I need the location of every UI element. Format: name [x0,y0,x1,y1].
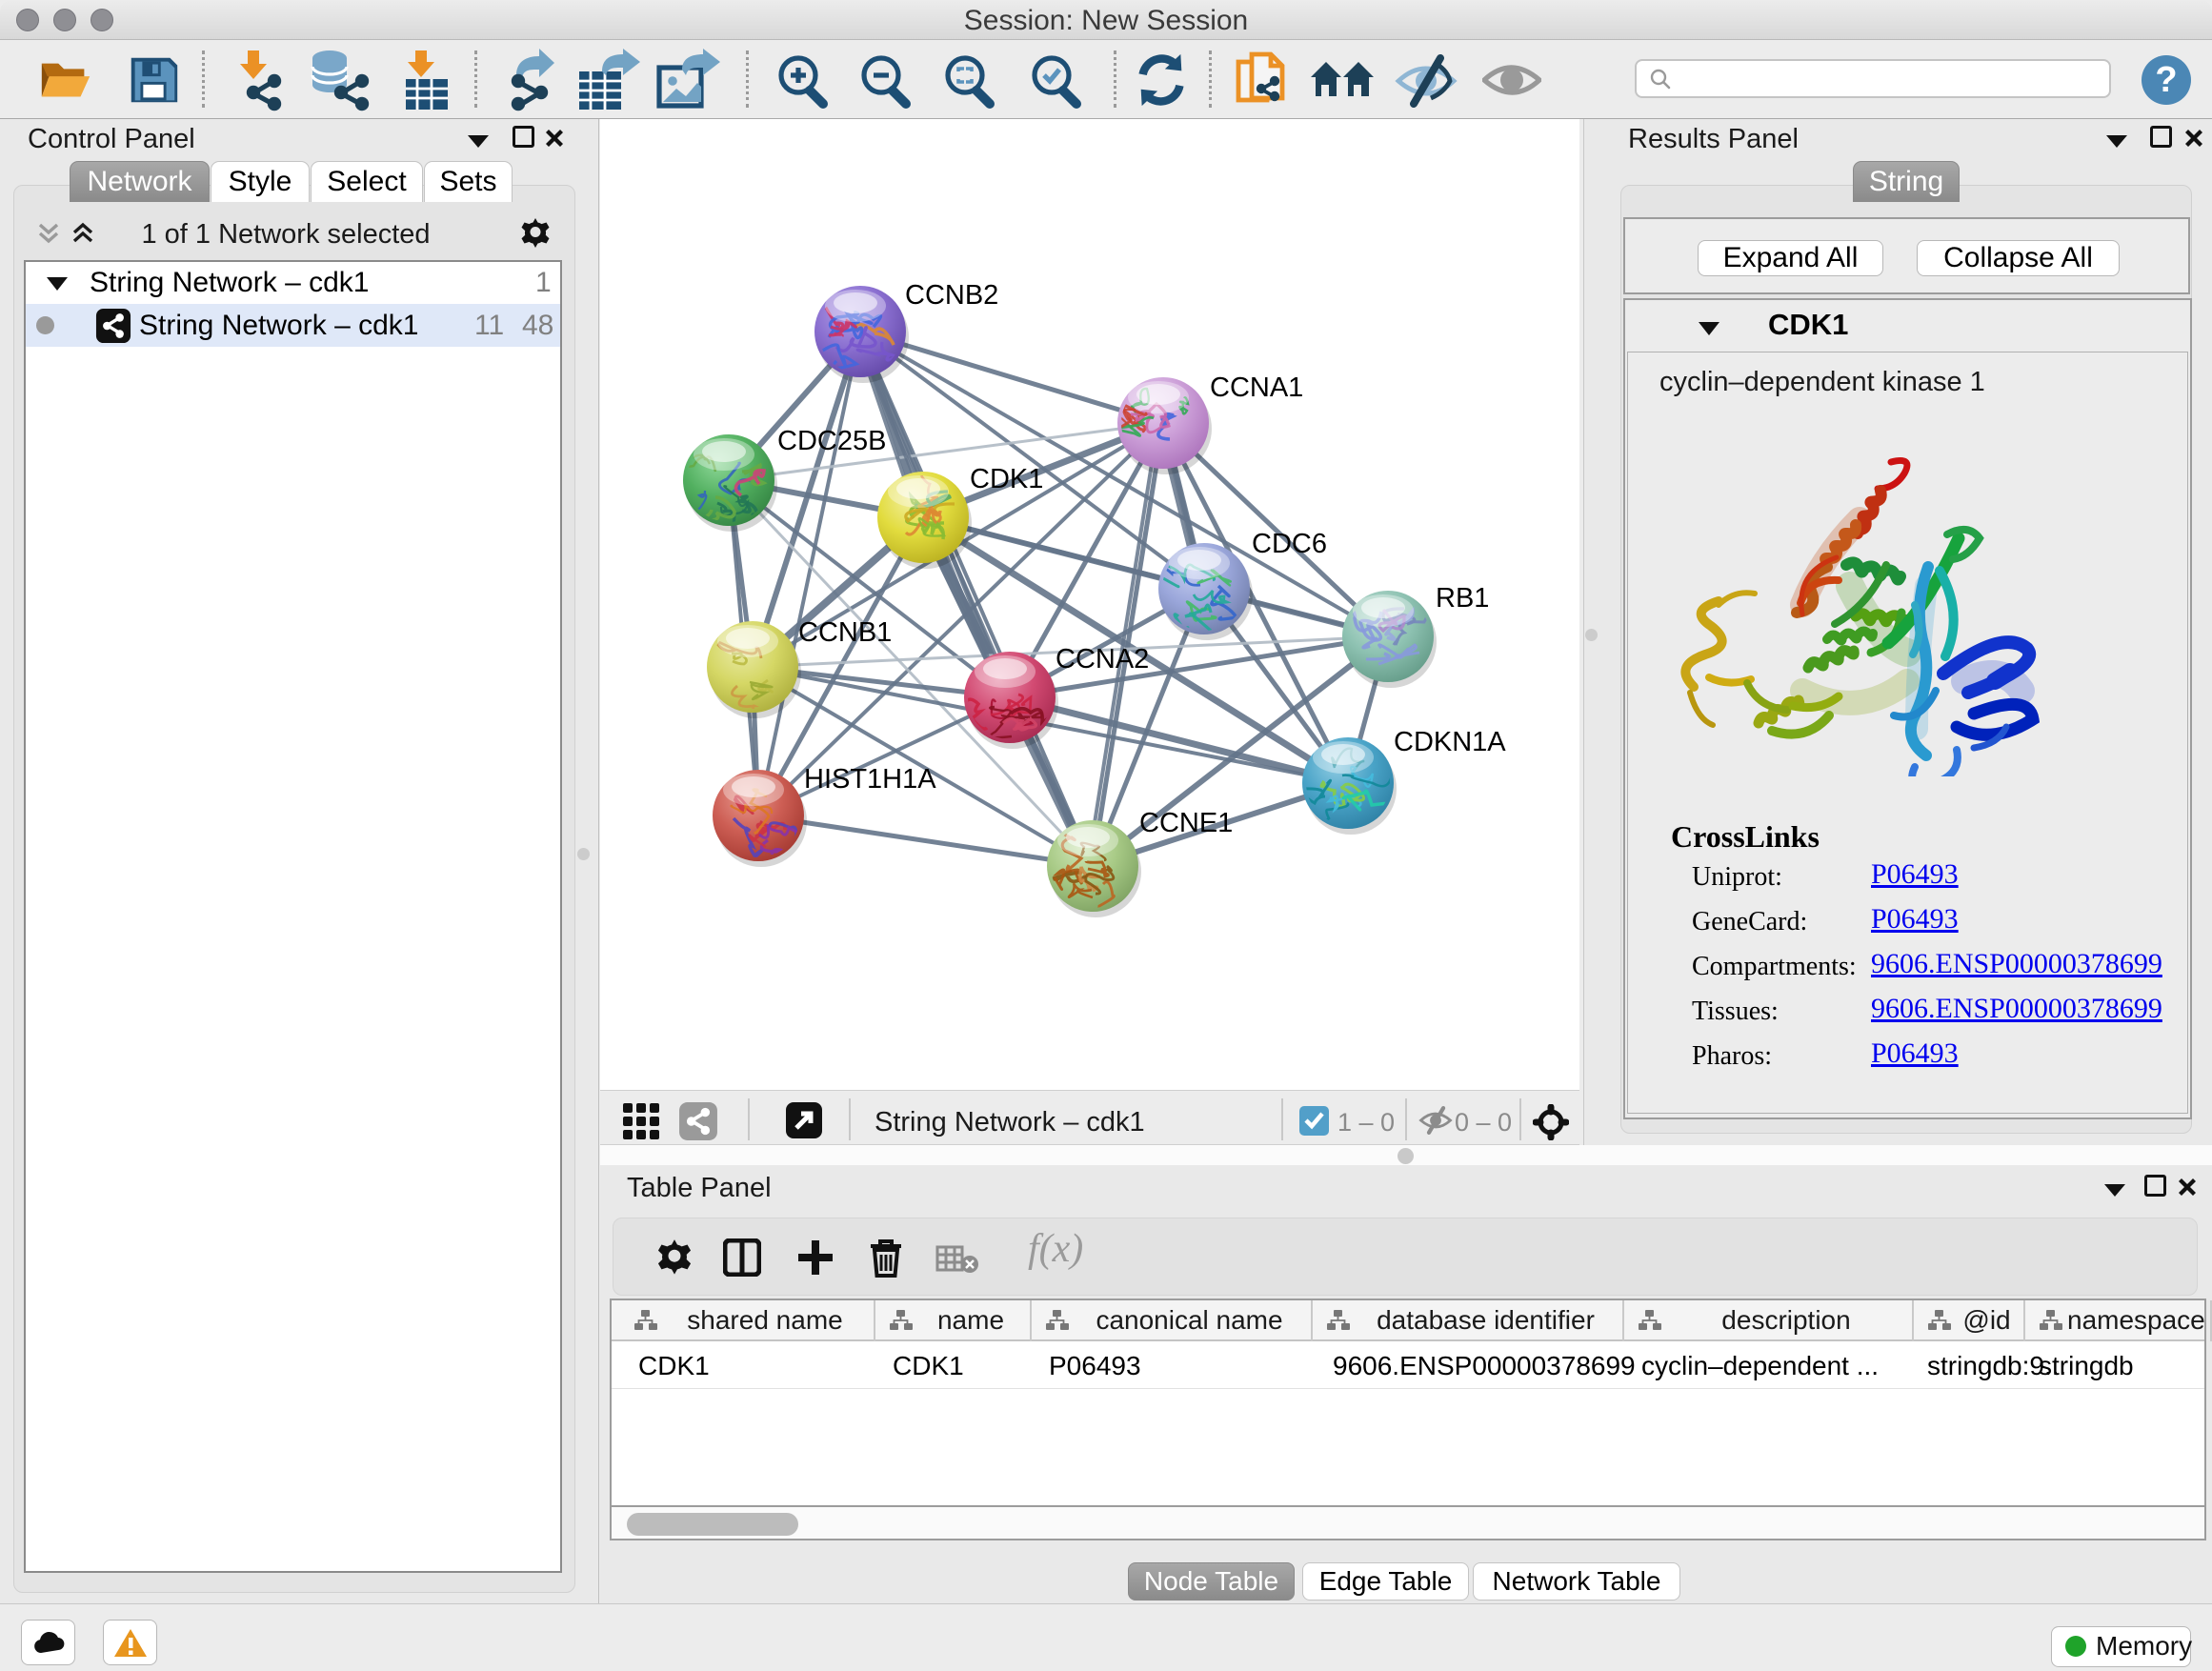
svg-text:CDKN1A: CDKN1A [1394,727,1506,757]
svg-text:CDK1: CDK1 [970,464,1043,494]
svg-text:CCNB1: CCNB1 [798,617,892,648]
svg-text:RB1: RB1 [1436,583,1489,614]
svg-text:CCNE1: CCNE1 [1139,808,1233,838]
svg-text:CDC6: CDC6 [1252,529,1327,559]
svg-text:HIST1H1A: HIST1H1A [804,764,936,795]
svg-text:CCNA1: CCNA1 [1210,372,1303,403]
svg-text:CCNB2: CCNB2 [905,280,998,311]
svg-text:CDC25B: CDC25B [777,426,886,456]
svg-text:CCNA2: CCNA2 [1056,644,1149,674]
